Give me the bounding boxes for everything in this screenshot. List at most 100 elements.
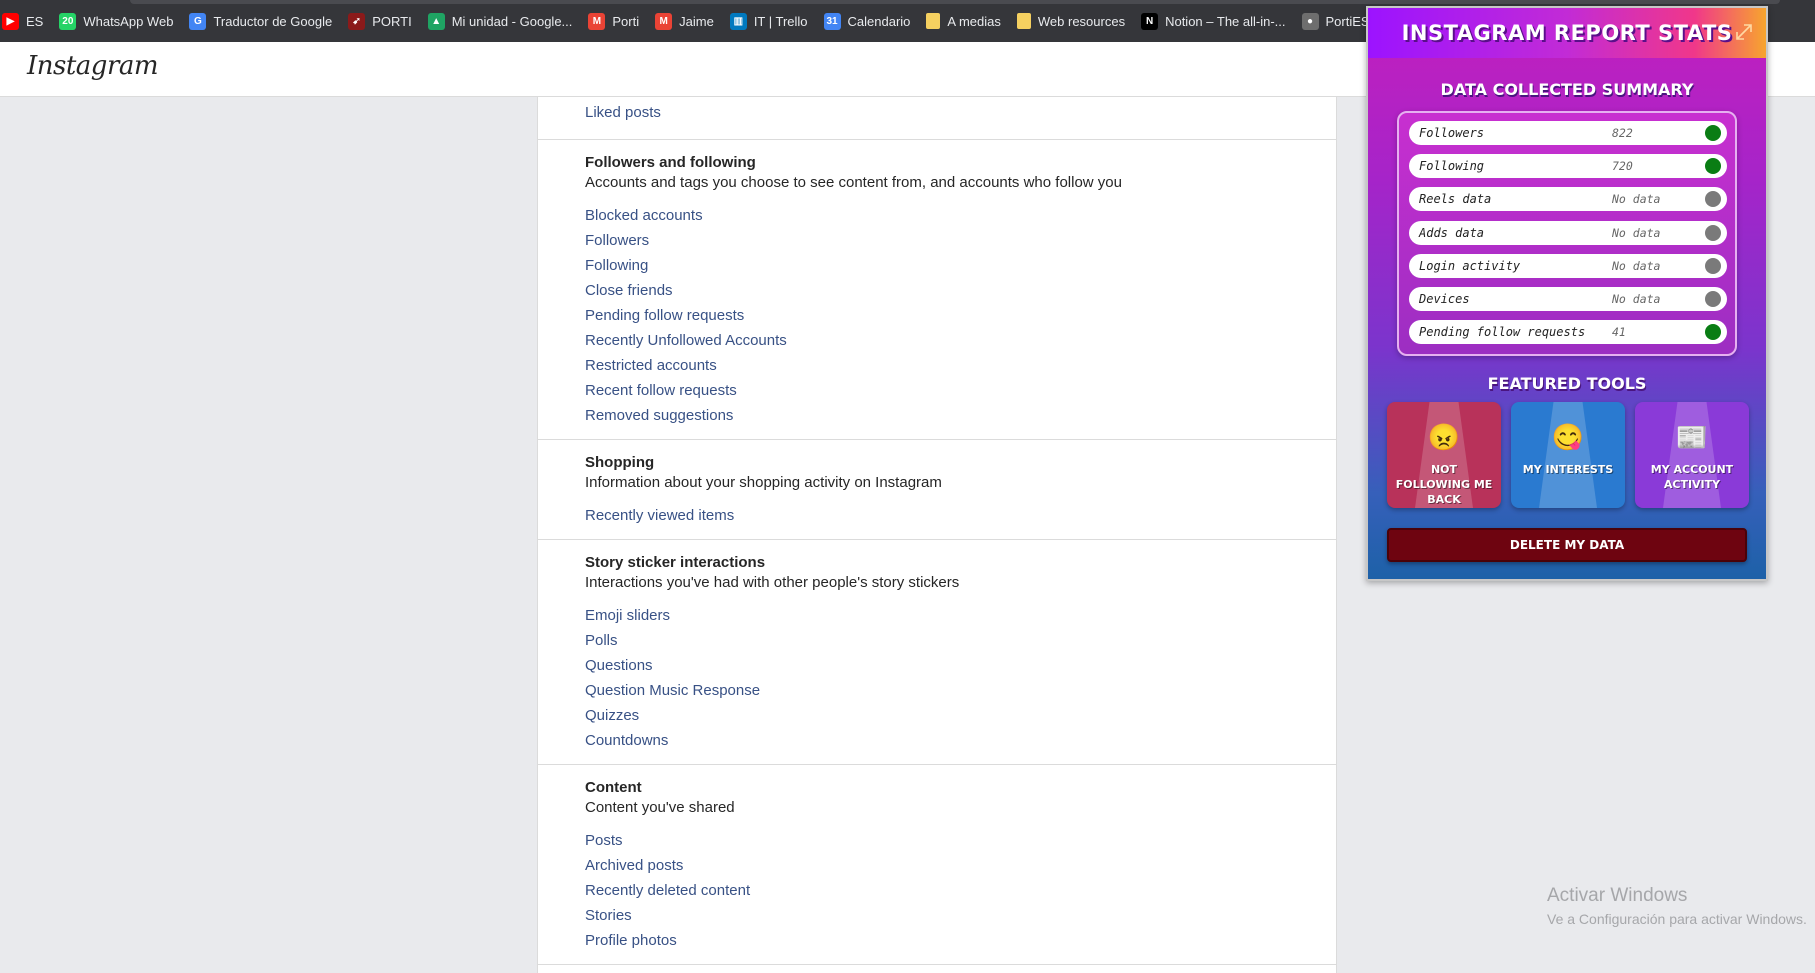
section-title: Content [585, 779, 642, 796]
windows-activation-watermark: Activar Windows Ve a Configuración para … [1547, 885, 1807, 927]
bookmark-label: IT | Trello [753, 13, 808, 29]
summary-row: Following 720 [1409, 154, 1727, 179]
section-link[interactable]: Question Music Response [585, 678, 1289, 703]
data-section: Shopping Information about your shopping … [538, 440, 1336, 540]
youtube-icon: ▶ [2, 12, 19, 30]
section-link[interactable]: Followers [585, 228, 1289, 253]
summary-row-value: No data [1612, 258, 1661, 273]
bookmark-item[interactable]: ➹ PORTI [348, 0, 412, 42]
section-link[interactable]: Pending follow requests [585, 303, 1289, 328]
status-dot-icon [1705, 191, 1721, 208]
section-link[interactable]: Blocked accounts [585, 203, 1289, 228]
bookmark-item[interactable]: M Jaime [655, 0, 714, 42]
porti-icon: ➹ [348, 12, 366, 30]
bookmark-item[interactable]: ▲ Mi unidad - Google... [427, 0, 573, 42]
summary-row-value: No data [1612, 192, 1661, 207]
google-calendar-icon: 31 [823, 12, 841, 30]
spotlight-decoration [1539, 402, 1597, 508]
section-link[interactable]: Removed suggestions [585, 403, 1289, 428]
bookmark-item[interactable]: G Traductor de Google [189, 0, 332, 42]
data-section: Story sticker interactions Interactions y… [538, 540, 1336, 765]
bookmark-label: Notion – The all-in-... [1165, 13, 1286, 29]
summary-row-value: No data [1612, 225, 1661, 240]
yum-face-icon: 😋 [1551, 421, 1585, 452]
bookmark-label: Calendario [847, 13, 911, 29]
section-link[interactable]: Following [585, 253, 1289, 278]
popup-header: INSTAGRAM REPORT STATS [1368, 8, 1766, 58]
summary-row: Adds data No data [1409, 220, 1727, 245]
section-link[interactable]: Recent follow requests [585, 378, 1289, 403]
section-link[interactable]: Recently Unfollowed Accounts [585, 328, 1289, 353]
expand-icon[interactable] [1734, 22, 1754, 42]
instagram-logo[interactable]: Instagram [27, 51, 159, 81]
summary-row-value: 720 [1612, 159, 1633, 174]
bookmark-item[interactable]: A medias [926, 0, 1001, 42]
github-icon: ● [1301, 12, 1319, 30]
watermark-title: Activar Windows [1547, 885, 1688, 906]
featured-tool-card[interactable]: 😋 MY INTERESTS [1511, 402, 1625, 508]
section-link[interactable]: Restricted accounts [585, 353, 1289, 378]
status-dot-icon [1705, 158, 1721, 175]
gmail-icon: M [588, 12, 606, 30]
angry-face-icon: 😠 [1427, 421, 1461, 452]
newspaper-icon: 📰 [1675, 421, 1709, 452]
bookmark-item[interactable]: M Porti [588, 0, 639, 42]
section-link[interactable]: Questions [585, 653, 1289, 678]
summary-row: Reels data No data [1409, 187, 1727, 212]
bookmark-label: Mi unidad - Google... [451, 13, 573, 29]
google-drive-icon: ▲ [427, 12, 445, 30]
bookmark-label: WhatsApp Web [83, 13, 174, 29]
liked-section: Liked posts [538, 97, 1336, 140]
bookmark-item[interactable]: 31 Calendario [823, 0, 911, 42]
section-link[interactable]: Countdowns [585, 728, 1289, 753]
section-link[interactable]: Close friends [585, 278, 1289, 303]
folder-icon [926, 13, 941, 29]
section-link[interactable]: Recently deleted content [585, 878, 1289, 903]
status-dot-icon [1705, 257, 1721, 274]
summary-row: Followers 822 [1409, 121, 1727, 145]
delete-data-button[interactable]: DELETE MY DATA [1387, 528, 1747, 562]
section-link[interactable]: Recently viewed items [585, 503, 1289, 528]
trello-icon: ▥ [729, 12, 747, 30]
bookmark-item[interactable]: 20 WhatsApp Web [59, 0, 173, 42]
bookmark-item[interactable]: ▥ IT | Trello [729, 0, 808, 42]
featured-tool-card[interactable]: 📰 MY ACCOUNT ACTIVITY [1635, 402, 1749, 508]
section-link[interactable]: Posts [585, 828, 1289, 853]
liked-posts-link[interactable]: Liked posts [585, 100, 1289, 125]
section-link[interactable]: Polls [585, 628, 1289, 653]
status-dot-icon [1705, 224, 1721, 241]
tools-title: FEATURED TOOLS [1487, 374, 1647, 393]
data-section: Content Content you've shared Posts Archive… [538, 765, 1336, 965]
summary-row-value: 41 [1612, 325, 1626, 340]
section-link[interactable]: Emoji sliders [585, 603, 1289, 628]
bookmark-item[interactable]: Web resources [1016, 0, 1125, 42]
section-title: Shopping [585, 454, 655, 471]
summary-title: DATA COLLECTED SUMMARY [1440, 80, 1694, 99]
bookmark-item[interactable]: ▶ ES [2, 0, 43, 42]
summary-row-value: 822 [1612, 126, 1633, 140]
featured-tool-card[interactable]: 😠 NOT FOLLOWING ME BACK [1387, 402, 1501, 508]
section-link[interactable]: Stories [585, 903, 1289, 928]
summary-row: Pending follow requests 41 [1409, 320, 1727, 345]
bookmark-item[interactable]: N Notion – The all-in-... [1141, 0, 1286, 42]
featured-tool-label: MY ACCOUNT ACTIVITY [1650, 463, 1734, 491]
featured-tool-label: NOT FOLLOWING ME BACK [1395, 463, 1493, 506]
summary-row-label: Pending follow requests [1419, 325, 1586, 340]
spotlight-decoration [1663, 402, 1721, 508]
section-link[interactable]: Quizzes [585, 703, 1289, 728]
section-description: Content you've shared [585, 799, 735, 816]
summary-row: Login activity No data [1409, 253, 1727, 278]
bookmark-label: ES [26, 13, 44, 29]
summary-row-label: Devices [1419, 292, 1470, 306]
section-link[interactable]: Profile photos [585, 928, 1289, 953]
status-dot-icon [1705, 324, 1721, 341]
summary-box: Followers 822 Following 720 Reels data No dat… [1397, 111, 1737, 356]
summary-row-label: Followers [1419, 126, 1485, 140]
section-title: Followers and following [585, 154, 756, 171]
summary-row-label: Adds data [1419, 225, 1485, 240]
section-link[interactable]: Archived posts [585, 853, 1289, 878]
notion-icon: N [1141, 12, 1159, 30]
bookmark-label: A medias [947, 13, 1001, 29]
summary-row: Devices No data [1409, 287, 1727, 311]
bookmark-label: Porti [612, 13, 640, 29]
